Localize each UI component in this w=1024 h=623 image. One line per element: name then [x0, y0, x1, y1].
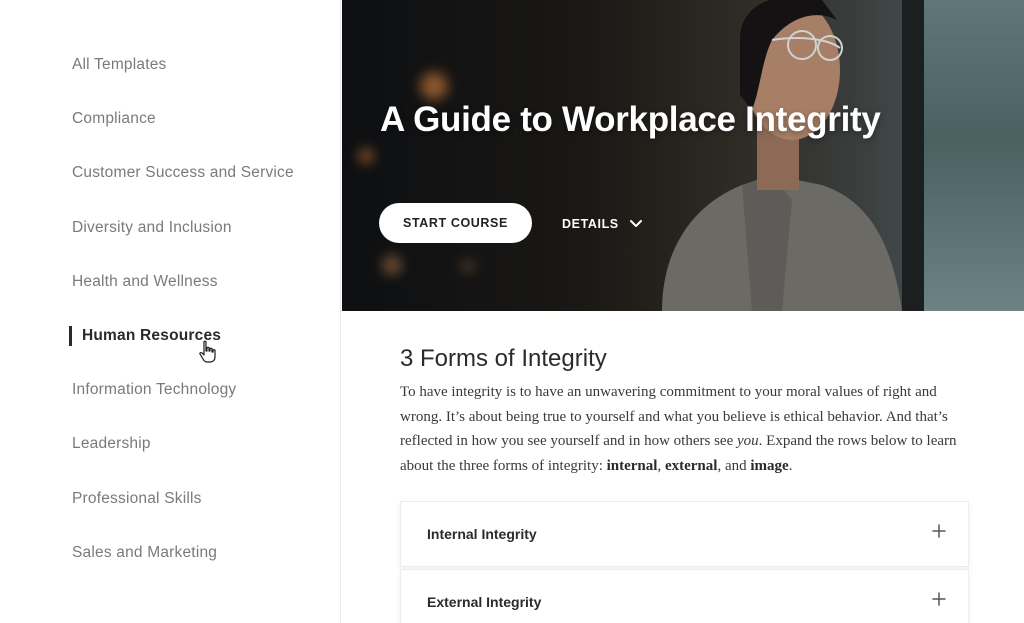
intro-paragraph: To have integrity is to have an unwaveri… [400, 380, 980, 479]
sidebar-item-information-technology[interactable]: Information Technology [72, 378, 236, 402]
person-photo [662, 0, 902, 311]
accordion-row-external[interactable]: External Integrity [400, 569, 969, 623]
plus-icon[interactable] [932, 592, 946, 606]
course-hero-banner: A Guide to Workplace Integrity START COU… [342, 0, 1024, 311]
lesson-content: 3 Forms of Integrity To have integrity i… [342, 311, 1024, 623]
active-indicator [69, 326, 72, 346]
sidebar-item-professional-skills[interactable]: Professional Skills [72, 487, 202, 511]
bokeh-light [420, 72, 448, 100]
course-title: A Guide to Workplace Integrity [380, 100, 881, 139]
intro-separator: , and [717, 458, 751, 475]
details-label: DETAILS [562, 217, 619, 231]
start-course-button[interactable]: START COURSE [379, 203, 532, 243]
integrity-accordion: Internal Integrity External Integrity [400, 501, 969, 623]
plus-icon[interactable] [932, 524, 946, 538]
sidebar-item-sales-marketing[interactable]: Sales and Marketing [72, 541, 217, 565]
bokeh-light [462, 260, 474, 272]
category-sidebar: All Templates Compliance Customer Succes… [0, 0, 341, 623]
section-title: 3 Forms of Integrity [400, 345, 607, 372]
chevron-down-icon [629, 220, 642, 227]
sidebar-item-leadership[interactable]: Leadership [72, 432, 151, 456]
sidebar-item-compliance[interactable]: Compliance [72, 107, 156, 131]
form-image: image [750, 458, 789, 475]
hand-pointer-icon [199, 340, 216, 363]
sidebar-item-customer-success[interactable]: Customer Success and Service [72, 161, 294, 185]
accordion-label: Internal Integrity [427, 526, 537, 542]
sidebar-item-health[interactable]: Health and Wellness [72, 270, 218, 294]
form-internal: internal [606, 458, 658, 475]
form-external: external [664, 458, 718, 475]
intro-end: . [788, 458, 793, 475]
sidebar-item-diversity[interactable]: Diversity and Inclusion [72, 216, 232, 240]
sidebar-item-all-templates[interactable]: All Templates [72, 53, 167, 77]
details-toggle[interactable]: DETAILS [562, 212, 643, 236]
intro-emphasis: you [736, 433, 759, 450]
bokeh-light [358, 148, 374, 164]
accordion-label: External Integrity [427, 594, 542, 610]
intro-separator: , [657, 458, 665, 475]
bokeh-light [382, 255, 402, 275]
window-glass [924, 0, 1024, 311]
accordion-row-internal[interactable]: Internal Integrity [400, 501, 969, 567]
